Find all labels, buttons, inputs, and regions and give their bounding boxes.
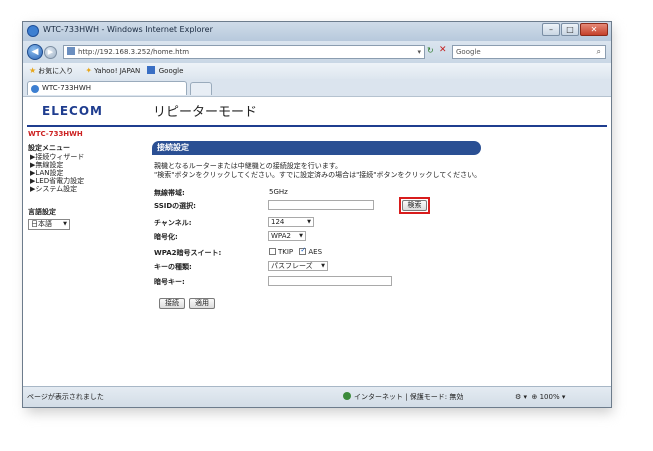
- maximize-button[interactable]: □: [561, 23, 579, 36]
- key-type-value: パスフレーズ: [271, 262, 313, 270]
- header-divider: [27, 125, 607, 127]
- url-input[interactable]: http://192.168.3.252/home.htm ▾: [63, 45, 425, 59]
- sidebar: WTC-733HWH 設定メニュー ▶接続ウィザード ▶無線設定 ▶LAN設定 …: [28, 130, 138, 230]
- chevron-down-icon: ▼: [321, 263, 325, 269]
- description: 親機となるルーターまたは中継機との接続設定を行います。 "検索"ボタンをクリック…: [154, 162, 481, 180]
- aes-checkbox[interactable]: [299, 246, 307, 255]
- language-value: 日本語: [31, 220, 52, 228]
- menu-header: 設定メニュー: [28, 144, 70, 152]
- search-icon[interactable]: ⌕: [597, 46, 601, 58]
- status-bar: ページが表示されました インターネット | 保護モード: 無効 ⚙ ▾ ⊕ 10…: [23, 386, 611, 407]
- chevron-down-icon: ▼: [307, 219, 311, 225]
- status-text: ページが表示されました: [27, 393, 104, 401]
- sidebar-item-lan[interactable]: ▶LAN設定: [28, 169, 138, 177]
- apply-button[interactable]: 適用: [189, 298, 215, 309]
- zoom-level: 100%: [539, 393, 560, 401]
- window-title: WTC-733HWH - Windows Internet Explorer: [43, 25, 213, 34]
- url-text: http://192.168.3.252/home.htm: [78, 48, 190, 56]
- web-page: ELECOM リピーターモード WTC-733HWH 設定メニュー ▶接続ウィザ…: [23, 96, 611, 387]
- address-bar: ◀ ▶ http://192.168.3.252/home.htm ▾ ↻ ✕ …: [23, 41, 611, 63]
- zone-indicator[interactable]: インターネット | 保護モード: 無効: [343, 387, 463, 407]
- cipher-suite-label: WPA2暗号スイート:: [154, 249, 222, 257]
- globe-icon: [343, 392, 351, 400]
- zoom-icon: ⊕: [531, 393, 538, 401]
- encryption-label: 暗号化:: [154, 233, 178, 241]
- window-controls: – □ ✕: [542, 23, 608, 36]
- search-input[interactable]: Google ⌕: [452, 45, 606, 59]
- sidebar-item-wireless[interactable]: ▶無線設定: [28, 161, 138, 169]
- new-tab-button[interactable]: [190, 82, 212, 95]
- description-line-1: 親機となるルーターまたは中継機との接続設定を行います。: [154, 162, 343, 170]
- key-type-label: キーの種類:: [154, 263, 192, 271]
- key-type-select[interactable]: パスフレーズ ▼: [268, 261, 328, 271]
- sidebar-item-wizard[interactable]: ▶接続ウィザード: [28, 153, 138, 161]
- close-button[interactable]: ✕: [580, 23, 608, 36]
- ie-logo-icon: [27, 25, 39, 37]
- tab-page-icon: [31, 85, 39, 93]
- forward-button[interactable]: ▶: [44, 46, 57, 59]
- tab-wtc733hwh[interactable]: WTC-733HWH: [27, 81, 187, 95]
- band-label: 無線帯域:: [154, 189, 185, 197]
- section-title: 接続設定: [152, 141, 481, 155]
- channel-value: 124: [271, 218, 285, 226]
- minimize-button[interactable]: –: [542, 23, 560, 36]
- favorites-bar: ★ お気に入り ✦ Yahoo! JAPAN Google: [23, 63, 611, 80]
- channel-label: チャンネル:: [154, 219, 192, 227]
- band-value: 5GHz: [269, 188, 288, 196]
- language-header: 言語設定: [28, 208, 56, 216]
- settings-icon[interactable]: ⚙ ▾: [515, 393, 527, 401]
- zoom-control[interactable]: ⚙ ▾ ⊕ 100% ▾: [515, 387, 565, 407]
- model-name: WTC-733HWH: [28, 130, 83, 138]
- browser-window: WTC-733HWH - Windows Internet Explorer –…: [22, 21, 612, 408]
- key-input[interactable]: [268, 276, 392, 286]
- sidebar-item-led[interactable]: ▶LED省電力設定: [28, 177, 138, 185]
- chevron-down-icon: ▼: [299, 233, 303, 239]
- elecom-logo: ELECOM: [42, 104, 103, 118]
- zone-text: インターネット | 保護モード: 無効: [354, 393, 464, 401]
- refresh-icon[interactable]: ↻: [427, 46, 434, 55]
- language-select[interactable]: 日本語 ▼: [28, 219, 70, 230]
- tab-label: WTC-733HWH: [42, 84, 92, 92]
- search-placeholder: Google: [456, 48, 481, 56]
- connect-button[interactable]: 接続: [159, 298, 185, 309]
- yahoo-icon: ✦: [85, 66, 93, 75]
- yahoo-link[interactable]: Yahoo! JAPAN: [94, 63, 140, 79]
- favorites-star-icon[interactable]: ★: [29, 63, 36, 79]
- stop-icon[interactable]: ✕: [439, 45, 447, 55]
- sidebar-item-system[interactable]: ▶システム設定: [28, 185, 138, 193]
- tab-bar: WTC-733HWH: [23, 79, 611, 96]
- description-line-2: "検索"ボタンをクリックしてください。すでに設定済みの場合は"接続"ボタンをクリ…: [154, 171, 482, 179]
- cipher-options: TKIP AES: [269, 246, 323, 256]
- back-button[interactable]: ◀: [27, 44, 43, 60]
- url-dropdown-icon[interactable]: ▾: [417, 46, 421, 58]
- google-icon: [146, 66, 155, 74]
- encryption-value: WPA2: [271, 232, 291, 240]
- page-title: リピーターモード: [153, 105, 258, 120]
- google-link[interactable]: Google: [159, 63, 184, 79]
- key-label: 暗号キー:: [154, 278, 185, 286]
- search-button[interactable]: 検索: [402, 200, 427, 211]
- title-bar[interactable]: WTC-733HWH - Windows Internet Explorer –…: [23, 22, 611, 41]
- favorites-button[interactable]: お気に入り: [38, 63, 73, 79]
- encryption-select[interactable]: WPA2 ▼: [268, 231, 306, 241]
- ssid-input[interactable]: [268, 200, 374, 210]
- chevron-down-icon: ▼: [63, 221, 67, 227]
- ssid-label: SSIDの選択:: [154, 202, 196, 210]
- tkip-checkbox[interactable]: [269, 248, 276, 255]
- aes-label: AES: [308, 248, 323, 256]
- page-icon: [67, 47, 75, 55]
- channel-select[interactable]: 124 ▼: [268, 217, 314, 227]
- tkip-label: TKIP: [278, 248, 294, 256]
